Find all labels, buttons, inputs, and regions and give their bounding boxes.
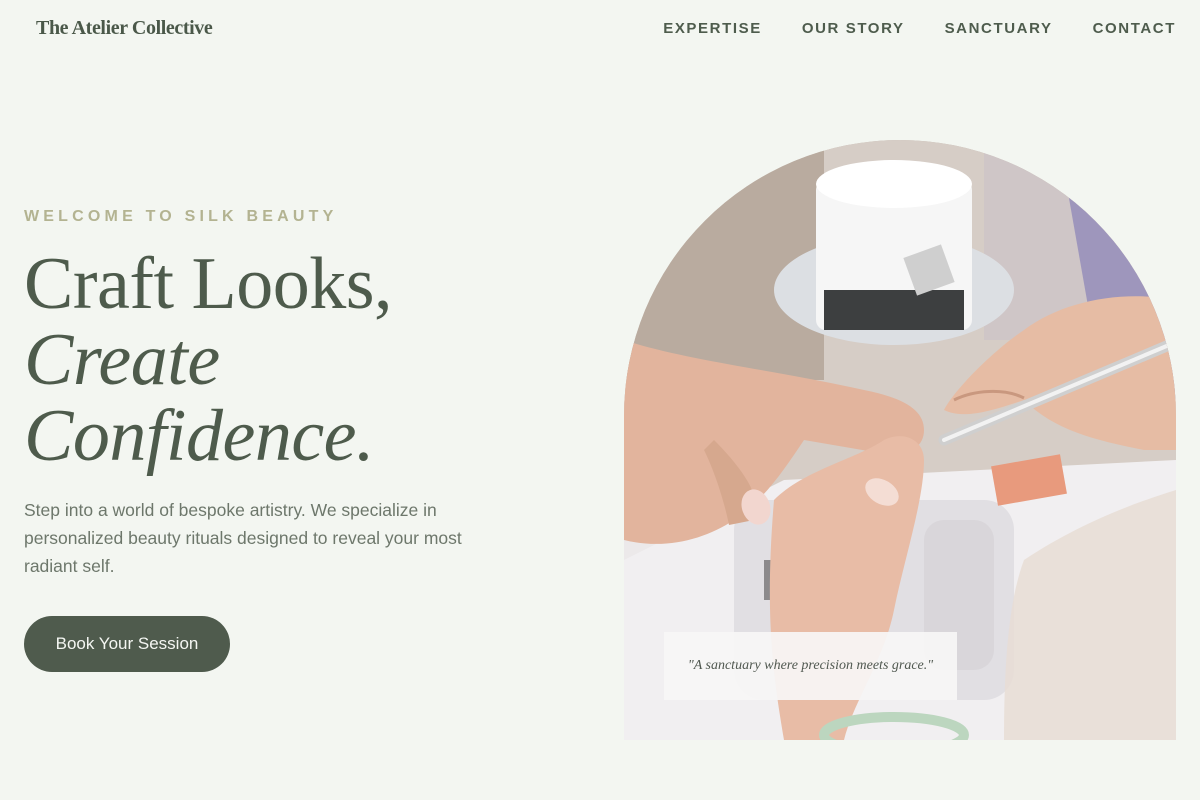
nav-contact[interactable]: CONTACT xyxy=(1093,20,1176,37)
headline-line-2: Create xyxy=(24,319,220,401)
hero-text: WELCOME TO SILK BEAUTY Craft Looks, Crea… xyxy=(24,208,484,580)
nav-expertise[interactable]: EXPERTISE xyxy=(663,20,762,37)
book-session-button[interactable]: Book Your Session xyxy=(24,616,230,672)
quote-card: "A sanctuary where precision meets grace… xyxy=(664,632,957,700)
nav-sanctuary[interactable]: SANCTUARY xyxy=(945,20,1053,37)
nav-our-story[interactable]: OUR STORY xyxy=(802,20,905,37)
site-header: The Atelier Collective EXPERTISE OUR STO… xyxy=(0,0,1200,60)
hero-headline: Craft Looks, Create Confidence. xyxy=(24,246,484,474)
hero-eyebrow: WELCOME TO SILK BEAUTY xyxy=(24,208,338,225)
headline-line-3: Confidence. xyxy=(24,395,375,477)
headline-line-1: Craft Looks, xyxy=(24,243,393,325)
main-nav: EXPERTISE OUR STORY SANCTUARY CONTACT xyxy=(663,20,1176,37)
hero-description: Step into a world of bespoke artistry. W… xyxy=(24,500,462,576)
brand-logo[interactable]: The Atelier Collective xyxy=(36,17,213,40)
